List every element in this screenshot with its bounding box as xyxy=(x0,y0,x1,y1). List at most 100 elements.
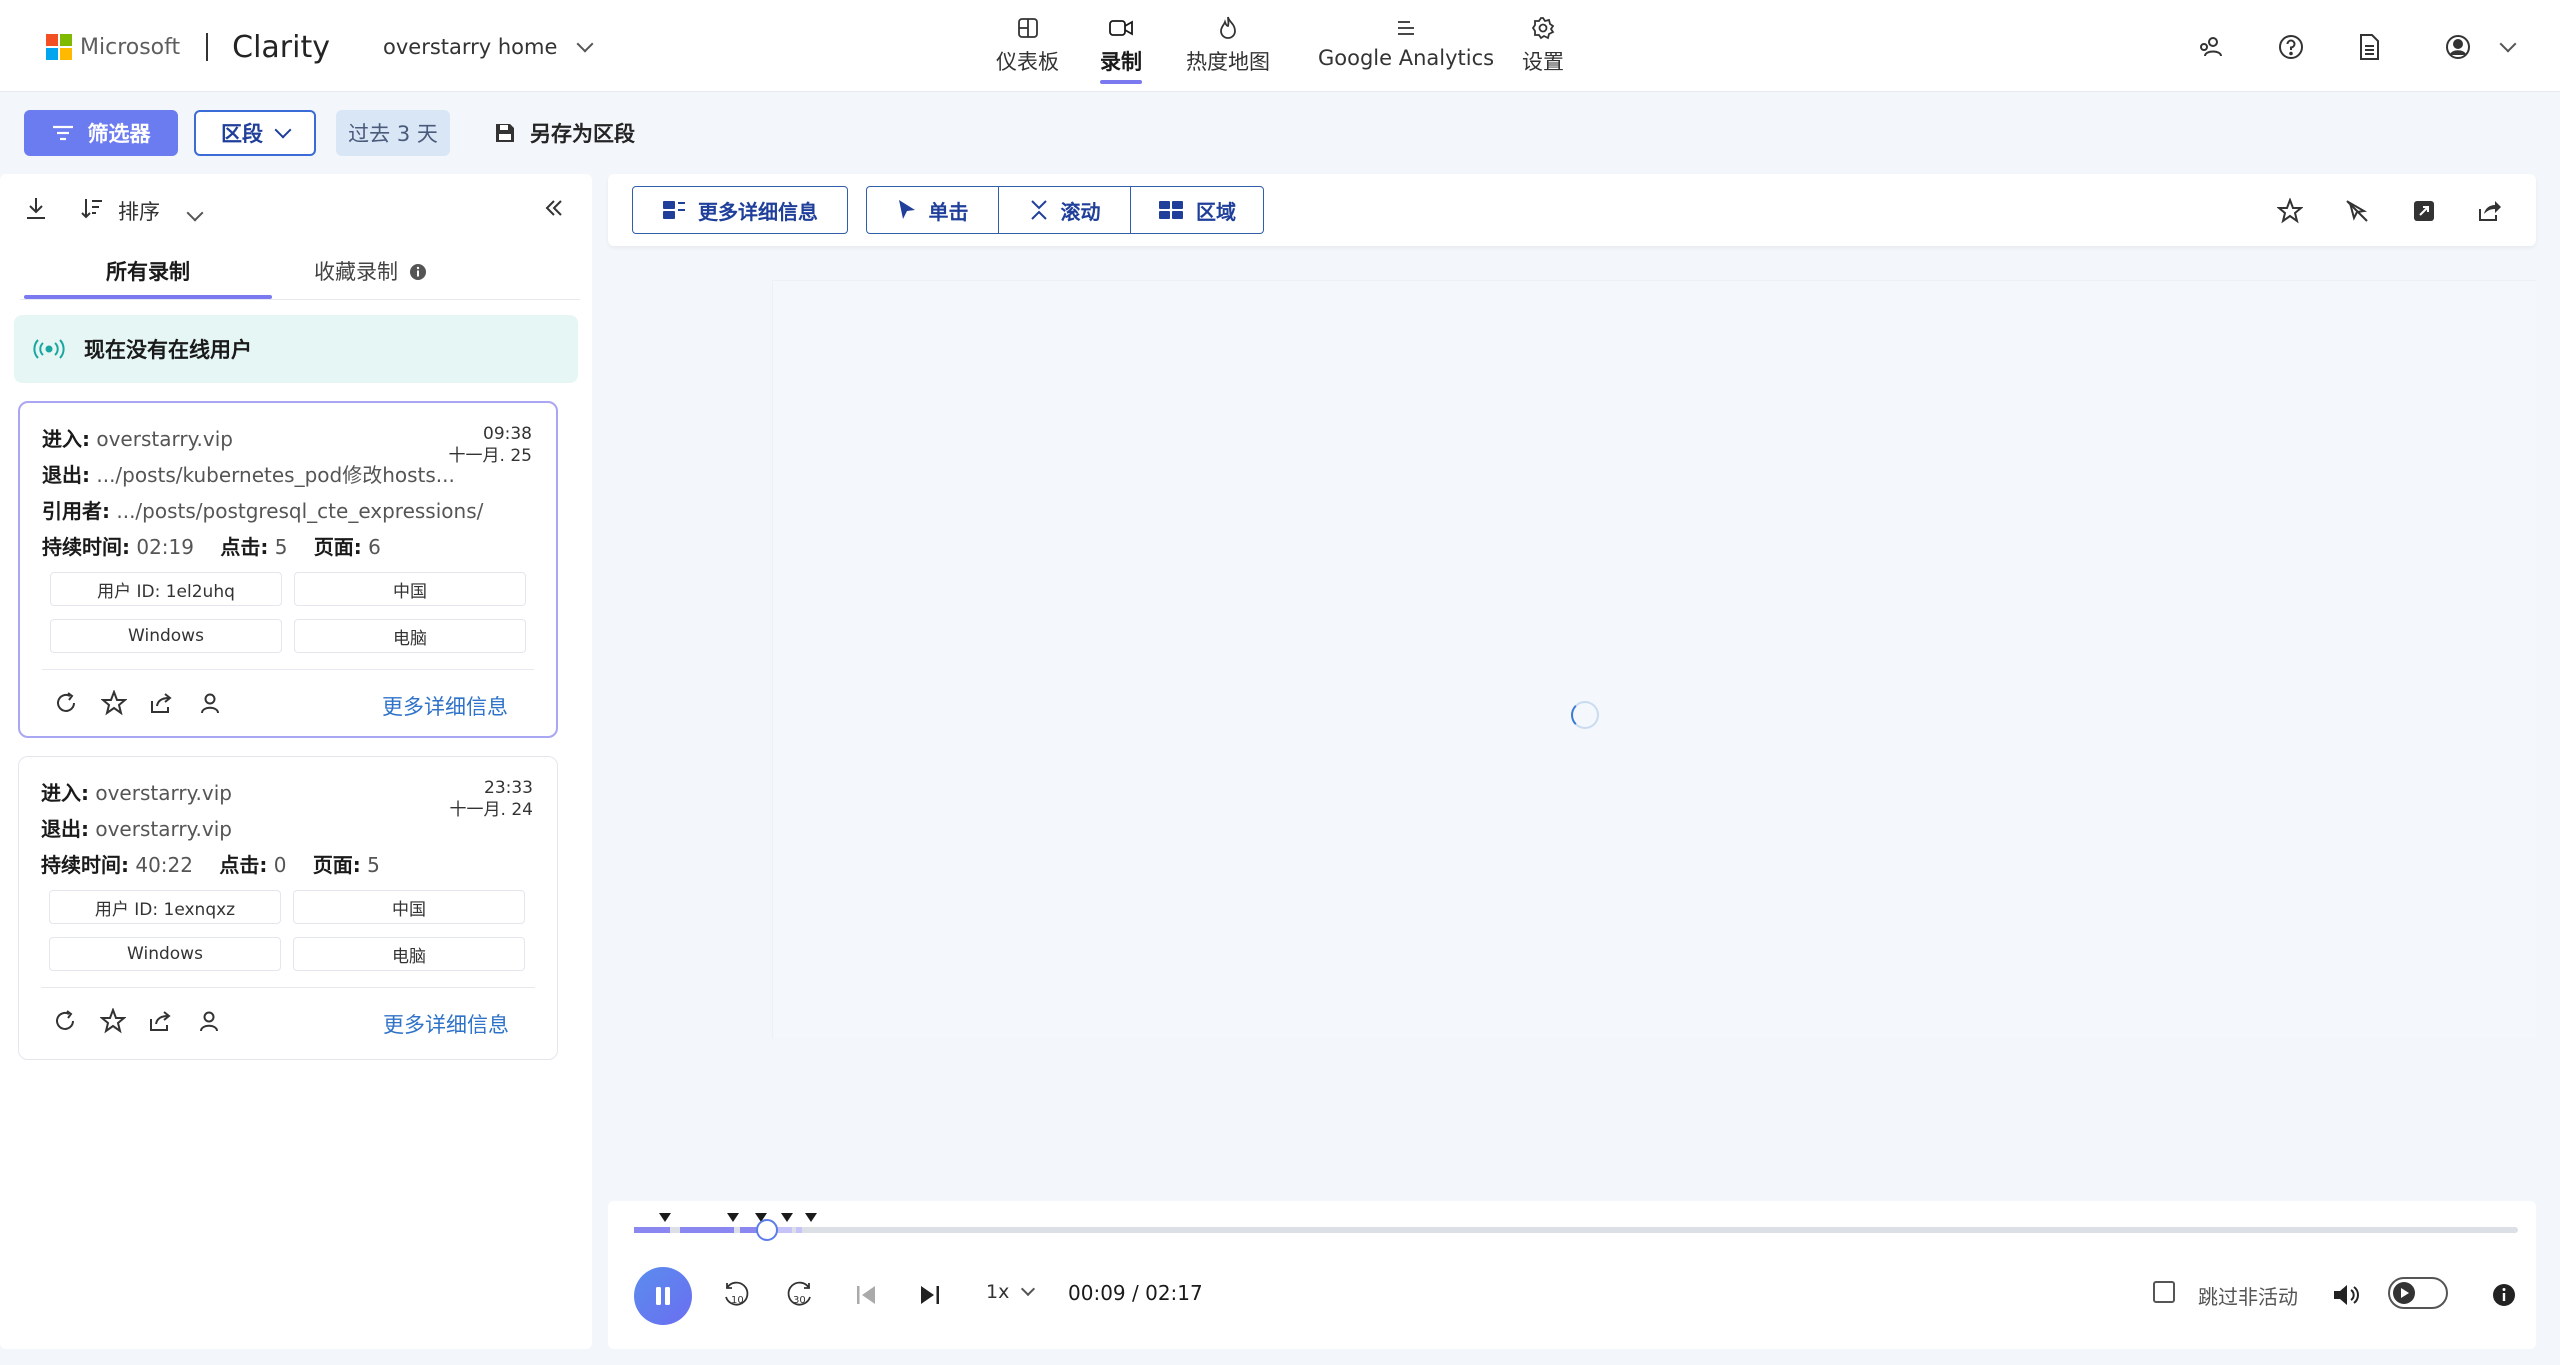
area-label: 区域 xyxy=(1196,199,1236,224)
share-icon[interactable] xyxy=(147,1007,175,1035)
svg-text:10: 10 xyxy=(731,1295,744,1306)
save-segment-button[interactable]: 另存为区段 xyxy=(494,110,635,156)
forward-30-icon[interactable]: 30 xyxy=(784,1279,816,1311)
download-icon[interactable] xyxy=(22,194,50,222)
next-session-icon[interactable] xyxy=(914,1279,946,1311)
video-icon xyxy=(1107,14,1135,42)
autoplay-toggle[interactable] xyxy=(2388,1277,2448,1309)
nav-google-analytics[interactable]: Google Analytics xyxy=(1318,14,1494,70)
star-icon[interactable] xyxy=(2275,196,2305,226)
more-details-link[interactable]: 更多详细信息 xyxy=(382,691,508,721)
user-icon[interactable] xyxy=(195,1007,223,1035)
collapse-sidebar-icon[interactable] xyxy=(540,194,568,222)
info-icon xyxy=(409,264,426,280)
user-icon[interactable] xyxy=(196,689,224,717)
tab-favorite-recordings[interactable]: 收藏录制 xyxy=(314,256,427,286)
save-icon xyxy=(496,124,514,142)
nav-recordings[interactable]: 录制 xyxy=(1100,14,1142,84)
session-time: 09:38 十一月. 25 xyxy=(448,424,532,466)
country-chip[interactable]: 中国 xyxy=(294,572,526,606)
nav-settings[interactable]: 设置 xyxy=(1522,14,1564,76)
click-view-button[interactable]: 单击 xyxy=(866,186,999,234)
user-id-chip[interactable]: 用户 ID: 1el2uhq xyxy=(50,572,282,606)
nav-label: 仪表板 xyxy=(996,50,1059,74)
timeline-scrubber[interactable] xyxy=(756,1219,778,1241)
details-icon xyxy=(663,201,685,219)
volume-icon[interactable] xyxy=(2330,1279,2362,1311)
playback-time: 00:09 / 02:17 xyxy=(1068,1281,1203,1305)
nav-label: 录制 xyxy=(1100,50,1142,74)
more-details-link[interactable]: 更多详细信息 xyxy=(383,1009,509,1039)
tab-label: 收藏录制 xyxy=(314,260,398,284)
recording-viewer xyxy=(608,258,2536,1190)
project-selector[interactable]: overstarry home xyxy=(383,30,594,64)
session-card[interactable]: 进入: overstarry.vip 退出: .../posts/kuberne… xyxy=(18,401,558,738)
tab-divider xyxy=(20,299,580,300)
skip-inactive-checkbox[interactable] xyxy=(2153,1281,2175,1303)
brand[interactable]: Microsoft Clarity xyxy=(46,30,330,65)
activity-segment xyxy=(680,1227,734,1233)
segment-dropdown[interactable]: 区段 xyxy=(194,110,316,156)
scroll-view-button[interactable]: 滚动 xyxy=(998,186,1131,234)
user-id-chip[interactable]: 用户 ID: 1exnqxz xyxy=(49,890,281,924)
timeline-track[interactable] xyxy=(634,1227,2518,1233)
country-chip[interactable]: 中国 xyxy=(293,890,525,924)
brand-divider xyxy=(206,33,209,61)
pause-button[interactable] xyxy=(634,1267,692,1325)
share-icon[interactable] xyxy=(148,689,176,717)
top-bar: Microsoft Clarity overstarry home 仪表板 录制… xyxy=(0,0,2560,92)
sort-dropdown[interactable]: 排序 xyxy=(118,196,204,226)
previous-session-icon[interactable] xyxy=(850,1279,882,1311)
nav-heatmaps[interactable]: 热度地图 xyxy=(1186,14,1270,76)
account-menu[interactable] xyxy=(2444,30,2517,64)
fullscreen-icon[interactable] xyxy=(2409,196,2439,226)
filter-icon xyxy=(52,125,73,141)
event-marker[interactable] xyxy=(659,1213,671,1222)
tab-all-recordings[interactable]: 所有录制 xyxy=(106,256,190,286)
chevron-down-icon xyxy=(576,35,594,53)
date-range-button[interactable]: 过去 3 天 xyxy=(336,110,450,156)
document-icon[interactable] xyxy=(2352,30,2386,64)
os-chip[interactable]: Windows xyxy=(50,619,282,653)
analytics-icon xyxy=(1392,14,1420,42)
scroll-icon xyxy=(1030,200,1047,220)
entry-row: 进入: overstarry.vip xyxy=(42,427,233,451)
session-card[interactable]: 进入: overstarry.vip 退出: overstarry.vip 持续… xyxy=(18,756,558,1060)
nav-dashboard[interactable]: 仪表板 xyxy=(996,14,1059,76)
details-label: 更多详细信息 xyxy=(698,199,818,224)
info-icon[interactable] xyxy=(2488,1279,2520,1311)
replay-icon[interactable] xyxy=(52,689,80,717)
device-chip[interactable]: 电脑 xyxy=(294,619,526,653)
nav-label: 设置 xyxy=(1522,50,1564,74)
filter-button[interactable]: 筛选器 xyxy=(24,110,178,156)
star-icon[interactable] xyxy=(99,1007,127,1035)
filter-toolbar: 筛选器 区段 过去 3 天 另存为区段 xyxy=(0,92,2560,172)
os-chip[interactable]: Windows xyxy=(49,937,281,971)
more-details-button[interactable]: 更多详细信息 xyxy=(632,186,848,234)
speed-label: 1x xyxy=(986,1281,1010,1303)
gear-icon xyxy=(1529,14,1557,42)
star-icon[interactable] xyxy=(100,689,128,717)
people-icon[interactable] xyxy=(2194,30,2228,64)
sort-icon[interactable] xyxy=(78,194,106,222)
event-marker[interactable] xyxy=(805,1213,817,1222)
microsoft-name: Microsoft xyxy=(80,34,181,60)
share-icon[interactable] xyxy=(2475,196,2505,226)
device-chip[interactable]: 电脑 xyxy=(293,937,525,971)
live-users-text: 现在没有在线用户 xyxy=(84,338,252,362)
exit-row: 退出: .../posts/kubernetes_pod修改hosts... xyxy=(42,463,455,487)
referrer-row: 引用者: .../posts/postgresql_cte_expression… xyxy=(42,499,484,523)
replay-icon[interactable] xyxy=(51,1007,79,1035)
rewind-10-icon[interactable]: 10 xyxy=(720,1279,752,1311)
no-cursor-icon[interactable] xyxy=(2342,196,2372,226)
area-view-button[interactable]: 区域 xyxy=(1130,186,1264,234)
loading-spinner xyxy=(1571,701,1599,729)
broadcast-icon xyxy=(33,339,65,359)
help-icon[interactable] xyxy=(2274,30,2308,64)
svg-text:30: 30 xyxy=(793,1295,806,1306)
microsoft-logo xyxy=(46,34,72,60)
event-marker[interactable] xyxy=(781,1213,793,1222)
stats-row: 持续时间: 40:22 点击: 0 页面: 5 xyxy=(41,853,380,877)
speed-dropdown[interactable]: 1x xyxy=(986,1281,1036,1303)
event-marker[interactable] xyxy=(727,1213,739,1222)
